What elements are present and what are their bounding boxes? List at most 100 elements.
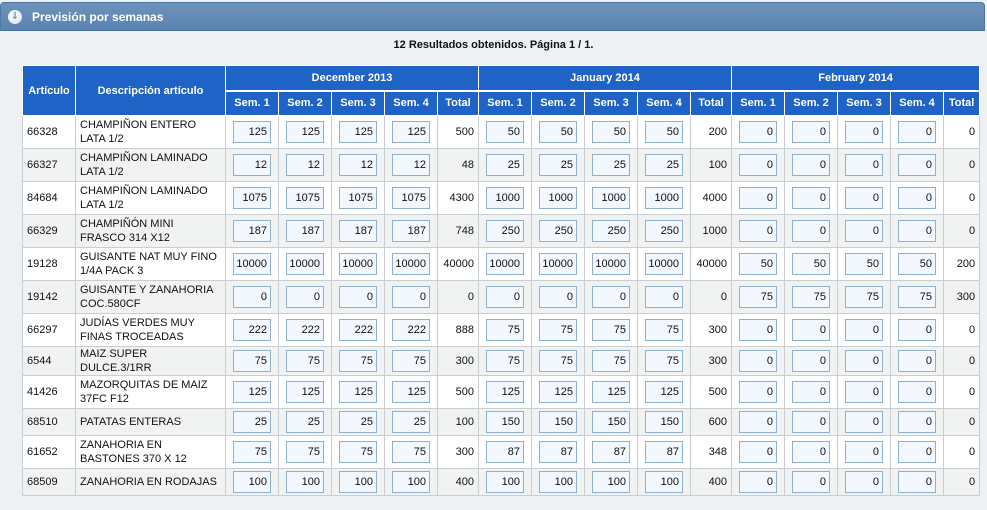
week-quantity-input[interactable]: 150 <box>539 411 578 433</box>
week-quantity-input[interactable]: 125 <box>233 381 271 403</box>
week-quantity-input[interactable]: 1075 <box>286 187 324 209</box>
week-quantity-input[interactable]: 25 <box>233 411 271 433</box>
week-quantity-input[interactable]: 12 <box>233 154 271 176</box>
week-quantity-input[interactable]: 87 <box>592 441 631 463</box>
week-quantity-input[interactable]: 0 <box>792 187 831 209</box>
week-quantity-input[interactable]: 0 <box>645 286 684 308</box>
week-quantity-input[interactable]: 125 <box>233 121 271 143</box>
week-quantity-input[interactable]: 75 <box>392 441 430 463</box>
week-quantity-input[interactable]: 1075 <box>392 187 430 209</box>
week-quantity-input[interactable]: 222 <box>392 319 430 341</box>
week-quantity-input[interactable]: 187 <box>233 220 271 242</box>
week-quantity-input[interactable]: 10000 <box>233 253 271 275</box>
week-quantity-input[interactable]: 100 <box>233 471 271 493</box>
week-quantity-input[interactable]: 0 <box>392 286 430 308</box>
week-quantity-input[interactable]: 187 <box>392 220 430 242</box>
week-quantity-input[interactable]: 75 <box>286 441 324 463</box>
week-quantity-input[interactable]: 0 <box>792 319 831 341</box>
week-quantity-input[interactable]: 1075 <box>339 187 377 209</box>
week-quantity-input[interactable]: 0 <box>898 471 937 493</box>
week-quantity-input[interactable]: 125 <box>286 381 324 403</box>
week-quantity-input[interactable]: 0 <box>792 381 831 403</box>
week-quantity-input[interactable]: 0 <box>898 220 937 242</box>
week-quantity-input[interactable]: 1000 <box>539 187 578 209</box>
week-quantity-input[interactable]: 25 <box>592 154 631 176</box>
week-quantity-input[interactable]: 125 <box>339 381 377 403</box>
week-quantity-input[interactable]: 0 <box>792 471 831 493</box>
week-quantity-input[interactable]: 187 <box>286 220 324 242</box>
week-quantity-input[interactable]: 100 <box>539 471 578 493</box>
week-quantity-input[interactable]: 0 <box>845 121 884 143</box>
week-quantity-input[interactable]: 150 <box>645 411 684 433</box>
week-quantity-input[interactable]: 100 <box>592 471 631 493</box>
week-quantity-input[interactable]: 0 <box>739 350 778 372</box>
week-quantity-input[interactable]: 87 <box>486 441 525 463</box>
week-quantity-input[interactable]: 0 <box>898 154 937 176</box>
week-quantity-input[interactable]: 75 <box>792 286 831 308</box>
week-quantity-input[interactable]: 75 <box>486 319 525 341</box>
week-quantity-input[interactable]: 150 <box>486 411 525 433</box>
week-quantity-input[interactable]: 100 <box>392 471 430 493</box>
col-header-articulo[interactable]: Artículo <box>22 65 76 116</box>
week-quantity-input[interactable]: 0 <box>845 154 884 176</box>
week-quantity-input[interactable]: 0 <box>792 154 831 176</box>
week-quantity-input[interactable]: 50 <box>792 253 831 275</box>
week-quantity-input[interactable]: 75 <box>645 350 684 372</box>
week-quantity-input[interactable]: 50 <box>539 121 578 143</box>
week-quantity-input[interactable]: 125 <box>592 381 631 403</box>
week-quantity-input[interactable]: 75 <box>339 350 377 372</box>
week-quantity-input[interactable]: 1075 <box>233 187 271 209</box>
week-quantity-input[interactable]: 0 <box>539 286 578 308</box>
week-quantity-input[interactable]: 0 <box>845 441 884 463</box>
week-quantity-input[interactable]: 75 <box>592 350 631 372</box>
week-quantity-input[interactable]: 1000 <box>645 187 684 209</box>
week-quantity-input[interactable]: 0 <box>792 350 831 372</box>
week-quantity-input[interactable]: 0 <box>339 286 377 308</box>
week-quantity-input[interactable]: 1000 <box>592 187 631 209</box>
week-quantity-input[interactable]: 125 <box>339 121 377 143</box>
week-quantity-input[interactable]: 0 <box>898 187 937 209</box>
week-quantity-input[interactable]: 125 <box>286 121 324 143</box>
week-quantity-input[interactable]: 0 <box>898 350 937 372</box>
week-quantity-input[interactable]: 25 <box>486 154 525 176</box>
week-quantity-input[interactable]: 75 <box>645 319 684 341</box>
week-quantity-input[interactable]: 0 <box>845 350 884 372</box>
week-quantity-input[interactable]: 10000 <box>392 253 430 275</box>
week-quantity-input[interactable]: 0 <box>898 121 937 143</box>
week-quantity-input[interactable]: 0 <box>486 286 525 308</box>
week-quantity-input[interactable]: 50 <box>645 121 684 143</box>
week-quantity-input[interactable]: 0 <box>792 411 831 433</box>
week-quantity-input[interactable]: 0 <box>739 121 778 143</box>
week-quantity-input[interactable]: 100 <box>286 471 324 493</box>
week-quantity-input[interactable]: 12 <box>286 154 324 176</box>
week-quantity-input[interactable]: 0 <box>739 441 778 463</box>
week-quantity-input[interactable]: 10000 <box>539 253 578 275</box>
week-quantity-input[interactable]: 10000 <box>286 253 324 275</box>
week-quantity-input[interactable]: 250 <box>486 220 525 242</box>
week-quantity-input[interactable]: 75 <box>286 350 324 372</box>
week-quantity-input[interactable]: 0 <box>739 411 778 433</box>
week-quantity-input[interactable]: 0 <box>898 319 937 341</box>
week-quantity-input[interactable]: 0 <box>739 381 778 403</box>
week-quantity-input[interactable]: 0 <box>845 381 884 403</box>
week-quantity-input[interactable]: 125 <box>392 121 430 143</box>
week-quantity-input[interactable]: 100 <box>486 471 525 493</box>
week-quantity-input[interactable]: 0 <box>898 411 937 433</box>
week-quantity-input[interactable]: 0 <box>845 187 884 209</box>
week-quantity-input[interactable]: 87 <box>539 441 578 463</box>
week-quantity-input[interactable]: 100 <box>339 471 377 493</box>
week-quantity-input[interactable]: 125 <box>645 381 684 403</box>
week-quantity-input[interactable]: 0 <box>792 441 831 463</box>
week-quantity-input[interactable]: 50 <box>845 253 884 275</box>
week-quantity-input[interactable]: 222 <box>339 319 377 341</box>
week-quantity-input[interactable]: 10000 <box>645 253 684 275</box>
week-quantity-input[interactable]: 0 <box>739 187 778 209</box>
week-quantity-input[interactable]: 0 <box>739 319 778 341</box>
week-quantity-input[interactable]: 0 <box>592 286 631 308</box>
week-quantity-input[interactable]: 75 <box>486 350 525 372</box>
col-header-descripcion[interactable]: Descripción artículo <box>75 65 226 116</box>
week-quantity-input[interactable]: 250 <box>592 220 631 242</box>
week-quantity-input[interactable]: 75 <box>592 319 631 341</box>
week-quantity-input[interactable]: 75 <box>898 286 937 308</box>
week-quantity-input[interactable]: 75 <box>233 441 271 463</box>
